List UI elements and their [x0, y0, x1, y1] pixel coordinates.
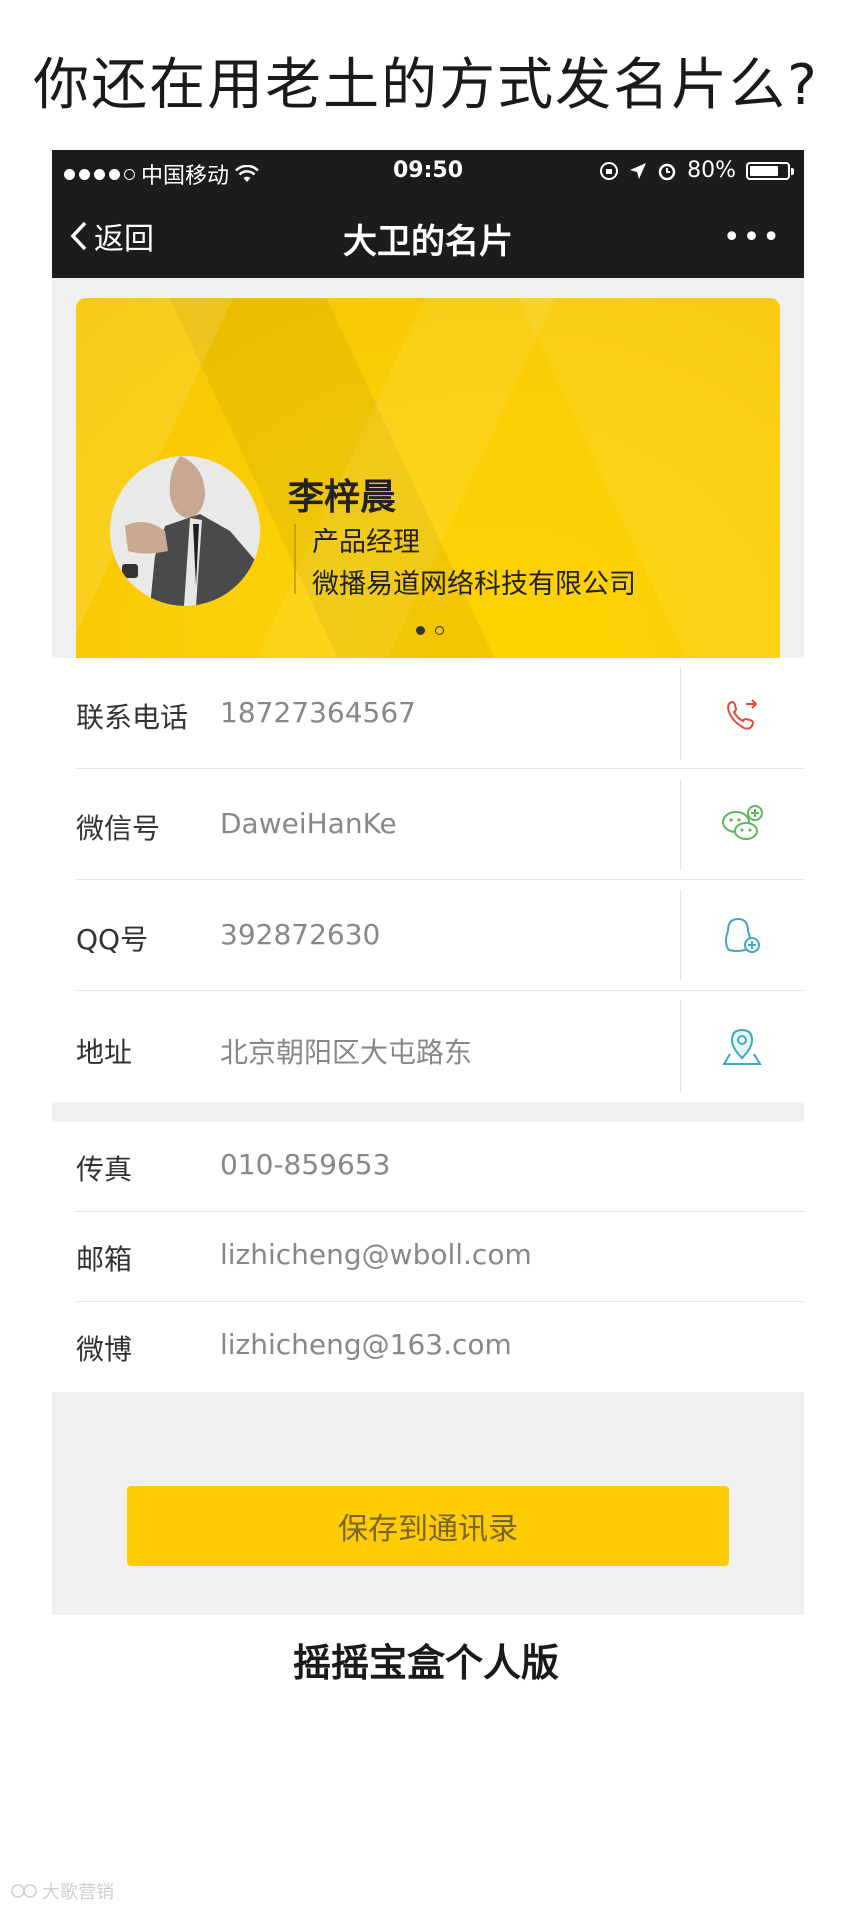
open-map-button[interactable] — [706, 1019, 778, 1075]
alarm-icon — [658, 163, 676, 180]
map-pin-icon — [722, 1028, 762, 1065]
wechat-add-icon — [722, 805, 763, 840]
row-value: lizhicheng@wboll.com — [220, 1238, 532, 1271]
row-value: DaweiHanKe — [220, 807, 397, 840]
watermark-text: 大歌营销 — [42, 1882, 114, 1903]
page-dot-active[interactable] — [416, 626, 425, 635]
watermark: 大歌营销 — [10, 1878, 114, 1904]
card-holder-name: 李梓晨 — [288, 477, 397, 518]
list-item-email: 邮箱 lizhicheng@wboll.com — [52, 1212, 804, 1302]
chevron-left-icon — [70, 221, 87, 251]
row-label: 邮箱 — [76, 1243, 133, 1276]
row-label: 传真 — [76, 1153, 133, 1186]
info-list: 传真 010-859653 邮箱 lizhicheng@wboll.com 微博… — [52, 1122, 804, 1392]
card-divider — [294, 524, 296, 594]
save-to-contacts-button[interactable]: 保存到通讯录 — [127, 1486, 729, 1566]
phone-screen: 中国移动 09:50 80% 返回 大卫的名片 ••• 李梓晨 产品经理 微播易… — [52, 150, 804, 1615]
phone-call-icon — [726, 699, 758, 730]
avatar — [110, 456, 260, 606]
caption: 摇摇宝盒个人版 — [292, 1641, 559, 1685]
location-arrow-icon — [630, 162, 647, 179]
watermark-logo-icon — [11, 1884, 37, 1898]
list-item-weibo: 微博 lizhicheng@163.com — [52, 1302, 804, 1392]
row-label: 联系电话 — [76, 701, 189, 734]
row-value: lizhicheng@163.com — [220, 1328, 512, 1361]
list-item-wechat: 微信号 DaweiHanKe — [52, 769, 804, 880]
page-dot[interactable] — [435, 626, 444, 635]
back-label: 返回 — [94, 222, 154, 257]
status-bar: 中国移动 09:50 80% — [52, 150, 804, 192]
page-indicator — [416, 626, 444, 635]
row-label: 微博 — [76, 1333, 133, 1366]
row-value: 392872630 — [220, 918, 381, 951]
page-title: 大卫的名片 — [343, 222, 513, 262]
more-options-button[interactable]: ••• — [723, 220, 782, 255]
row-label: 地址 — [76, 1036, 133, 1069]
battery-percent: 80% — [687, 158, 736, 183]
row-label: 微信号 — [76, 812, 161, 845]
qq-add-icon — [725, 917, 760, 953]
add-qq-button[interactable] — [706, 908, 778, 964]
row-value: 北京朝阳区大屯路东 — [220, 1036, 473, 1069]
navigation-bar: 返回 大卫的名片 ••• — [52, 192, 804, 278]
call-button[interactable] — [706, 686, 778, 742]
list-item-fax: 传真 010-859653 — [52, 1122, 804, 1212]
card-company: 微播易道网络科技有限公司 — [312, 569, 636, 600]
contact-list: 联系电话 18727364567 微信号 DaweiHanKe QQ号 3928… — [52, 658, 804, 1102]
rotation-lock-icon — [600, 161, 619, 180]
row-value: 18727364567 — [220, 696, 416, 729]
list-item-phone: 联系电话 18727364567 — [52, 658, 804, 769]
row-value: 010-859653 — [220, 1148, 391, 1181]
list-item-address: 地址 北京朝阳区大屯路东 — [52, 991, 804, 1102]
row-label: QQ号 — [76, 923, 149, 956]
headline: 你还在用老土的方式发名片么? — [33, 53, 819, 118]
add-wechat-button[interactable] — [706, 797, 778, 853]
list-item-qq: QQ号 392872630 — [52, 880, 804, 991]
battery-icon — [746, 161, 794, 180]
business-card[interactable]: 李梓晨 产品经理 微播易道网络科技有限公司 — [76, 298, 780, 658]
card-job-title: 产品经理 — [312, 527, 420, 558]
back-button[interactable]: 返回 — [70, 214, 154, 258]
